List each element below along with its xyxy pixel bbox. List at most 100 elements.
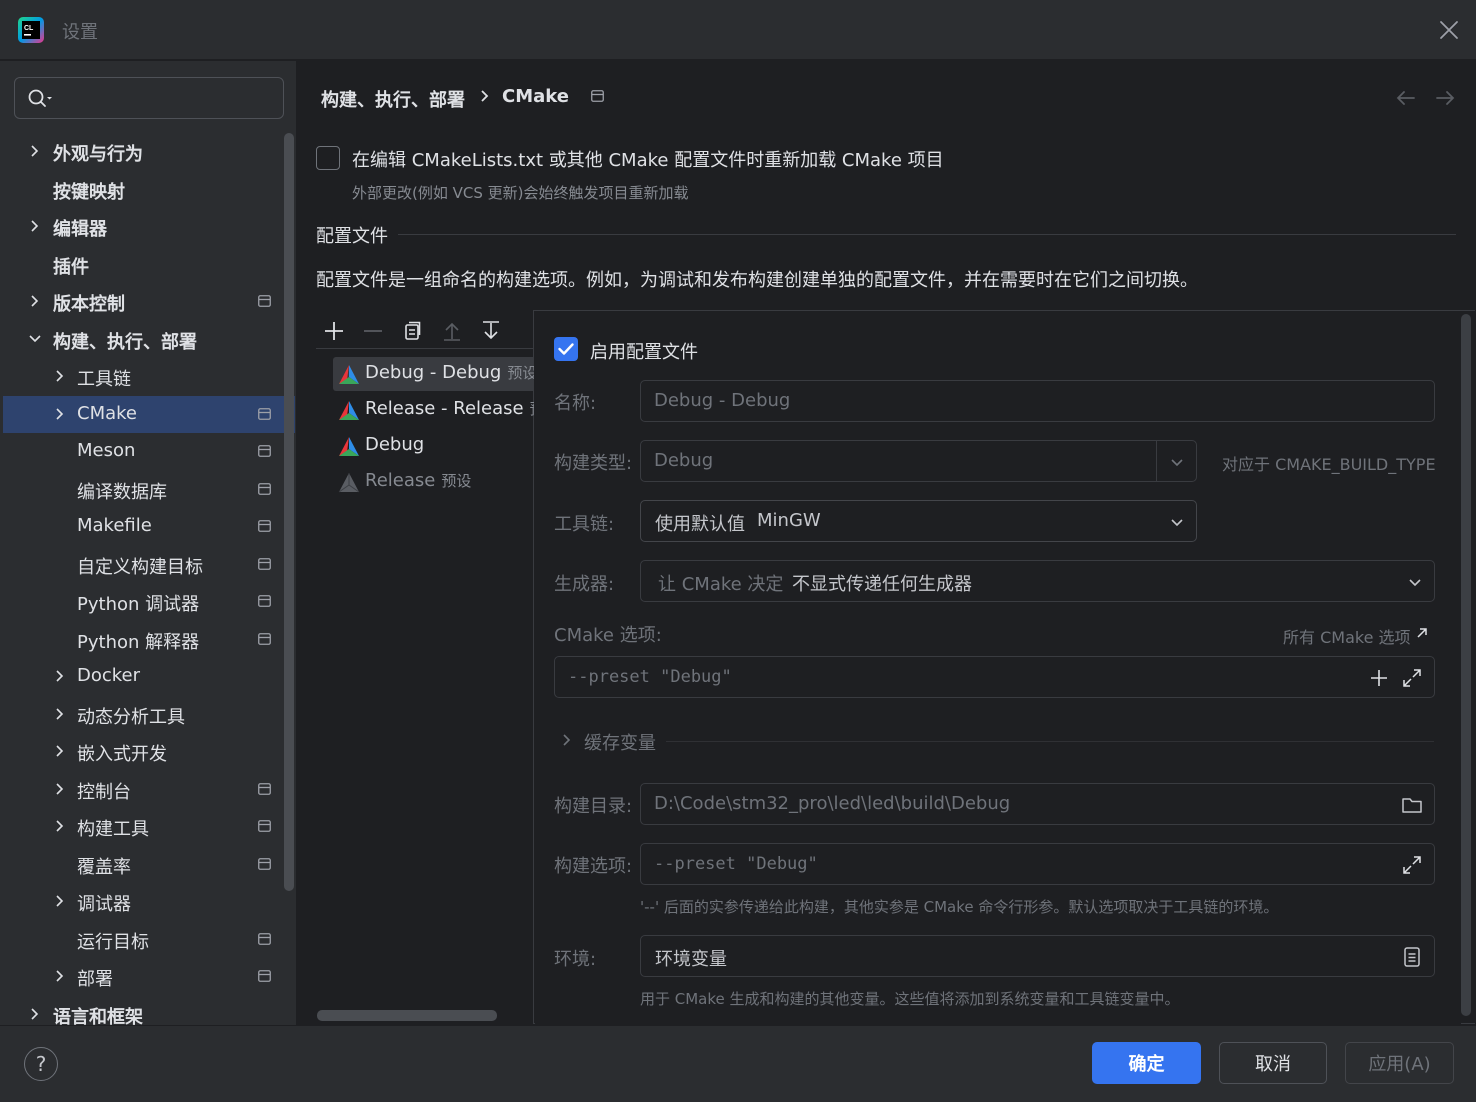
close-icon[interactable] [1436,17,1462,43]
external-link-icon[interactable] [1414,625,1430,641]
reload-cmake-label[interactable]: 在编辑 CMakeLists.txt 或其他 CMake 配置文件时重新加载 C… [352,146,944,172]
help-button[interactable]: ? [24,1047,58,1081]
ok-button[interactable]: 确定 [1092,1042,1201,1084]
detail-scrollbar[interactable] [1461,314,1471,1016]
sidebar-item-label: 动态分析工具 [77,707,185,728]
sidebar-item-label: 版本控制 [53,294,125,315]
settings-search-input[interactable] [14,77,284,119]
section-divider [398,234,1456,235]
sidebar-item-appearance[interactable]: 外观与行为 [3,133,295,170]
add-icon[interactable] [323,320,345,342]
sidebar-scrollbar[interactable] [284,133,294,891]
sidebar-item-toolchains[interactable]: 工具链 [3,358,295,395]
profile-item[interactable]: Debug - Debug 预设 [333,357,534,391]
sidebar-item-python-interpreter[interactable]: Python 解释器 [3,621,295,658]
sidebar-item-custom-build-targets[interactable]: 自定义构建目标 [3,546,295,583]
sidebar-item-editor[interactable]: 编辑器 [3,208,295,245]
sidebar-item-python-debugger[interactable]: Python 调试器 [3,583,295,620]
generator-label: 生成器: [554,574,615,595]
forward-arrow-icon[interactable] [1434,88,1456,108]
sidebar-item-debugger[interactable]: 调试器 [3,883,295,920]
chevron-right-icon[interactable] [28,294,42,308]
project-scope-icon [258,783,271,795]
sidebar-item-plugins[interactable]: 插件 [3,246,295,283]
folder-icon[interactable] [1401,794,1423,816]
remove-icon[interactable] [362,320,384,342]
apply-button[interactable]: 应用(A) [1345,1042,1454,1084]
chevron-right-icon[interactable] [53,969,67,983]
expand-icon[interactable] [1401,667,1423,689]
profile-item[interactable]: Release 预设 [333,465,534,499]
chevron-right-icon[interactable] [53,707,67,721]
profile-tag: 预设 [507,364,534,382]
chevron-right-icon[interactable] [53,744,67,758]
sidebar-item-coverage[interactable]: 覆盖率 [3,846,295,883]
cache-variables-toggle[interactable]: 缓存变量 [584,729,656,755]
generator-combo[interactable]: 让 CMake 决定 不显式传递任何生成器 [640,560,1435,602]
chevron-down-icon[interactable] [1166,451,1188,473]
sidebar-item-label: 调试器 [77,894,131,915]
sidebar-item-meson[interactable]: Meson [3,433,295,470]
chevron-right-icon[interactable] [53,369,67,383]
enable-profile-label[interactable]: 启用配置文件 [590,338,698,364]
chevron-right-icon[interactable] [53,819,67,833]
project-scope-icon [258,445,271,457]
cmake-options-field[interactable]: --preset "Debug" [554,656,1435,698]
breadcrumb-chevron-icon [478,88,492,104]
chevron-down-icon[interactable] [28,332,42,346]
chevron-right-icon[interactable] [53,407,67,421]
move-up-icon[interactable] [441,320,463,342]
profile-item[interactable]: Debug [333,429,534,463]
all-cmake-options-link[interactable]: 所有 CMake 选项 [1283,624,1411,648]
chevron-right-icon[interactable] [560,733,574,747]
project-scope-icon [258,558,271,570]
profiles-list-scrollbar[interactable] [317,1010,497,1021]
sidebar-item-dynamic-analysis[interactable]: 动态分析工具 [3,696,295,733]
chevron-right-icon[interactable] [28,1007,42,1021]
project-scope-icon [258,295,271,307]
build-type-combo[interactable]: Debug [640,440,1197,482]
sidebar-item-makefile[interactable]: Makefile [3,508,295,545]
copy-icon[interactable] [401,320,423,342]
sidebar-item-console[interactable]: 控制台 [3,771,295,808]
profile-item[interactable]: Release - Release 预设 [333,393,534,427]
chevron-right-icon[interactable] [53,894,67,908]
name-field[interactable]: Debug - Debug [640,380,1435,422]
reload-cmake-checkbox[interactable] [316,146,340,170]
sidebar-item-embedded[interactable]: 嵌入式开发 [3,733,295,770]
toolchain-combo[interactable]: 使用默认值 MinGW [640,500,1197,542]
chevron-right-icon[interactable] [53,669,67,683]
build-dir-field[interactable]: D:\Code\stm32_pro\led\led\build\Debug [640,783,1435,825]
sidebar-item-deployment[interactable]: 部署 [3,958,295,995]
build-dir-value: D:\Code\stm32_pro\led\led\build\Debug [654,793,1011,814]
chevron-right-icon[interactable] [28,219,42,233]
sidebar-item-keymap[interactable]: 按键映射 [3,171,295,208]
sidebar-item-vcs[interactable]: 版本控制 [3,283,295,320]
combo-divider [1156,441,1157,481]
back-arrow-icon[interactable] [1395,88,1417,108]
sidebar-item-cmake[interactable]: CMake [3,396,295,433]
chevron-down-icon[interactable] [1166,511,1188,533]
sidebar-item-docker[interactable]: Docker [3,658,295,695]
sidebar-item-build-tools[interactable]: 构建工具 [3,808,295,845]
sidebar-item-compilation-db[interactable]: 编译数据库 [3,471,295,508]
sidebar-item-run-targets[interactable]: 运行目标 [3,921,295,958]
sidebar-item-label: Python 调试器 [77,594,200,615]
chevron-down-icon[interactable] [1404,571,1426,593]
toolchain-value: 使用默认值 [655,514,745,535]
chevron-right-icon[interactable] [28,144,42,158]
expand-icon[interactable] [1401,854,1423,876]
build-options-field[interactable]: --preset "Debug" [640,843,1435,885]
sidebar-item-build-exec-deploy[interactable]: 构建、执行、部署 [3,321,295,358]
move-down-icon[interactable] [480,320,502,342]
add-icon[interactable] [1368,667,1390,689]
environment-field[interactable]: 环境变量 [640,935,1435,977]
breadcrumb-parent[interactable]: 构建、执行、部署 [321,86,465,112]
chevron-right-icon[interactable] [53,782,67,796]
edit-list-icon[interactable] [1401,946,1423,968]
sidebar-item-label: 按键映射 [53,182,125,203]
enable-profile-checkbox[interactable] [554,337,578,361]
sidebar-item-label: 构建工具 [77,819,149,840]
project-scope-icon [258,408,271,420]
cancel-button[interactable]: 取消 [1219,1042,1327,1084]
